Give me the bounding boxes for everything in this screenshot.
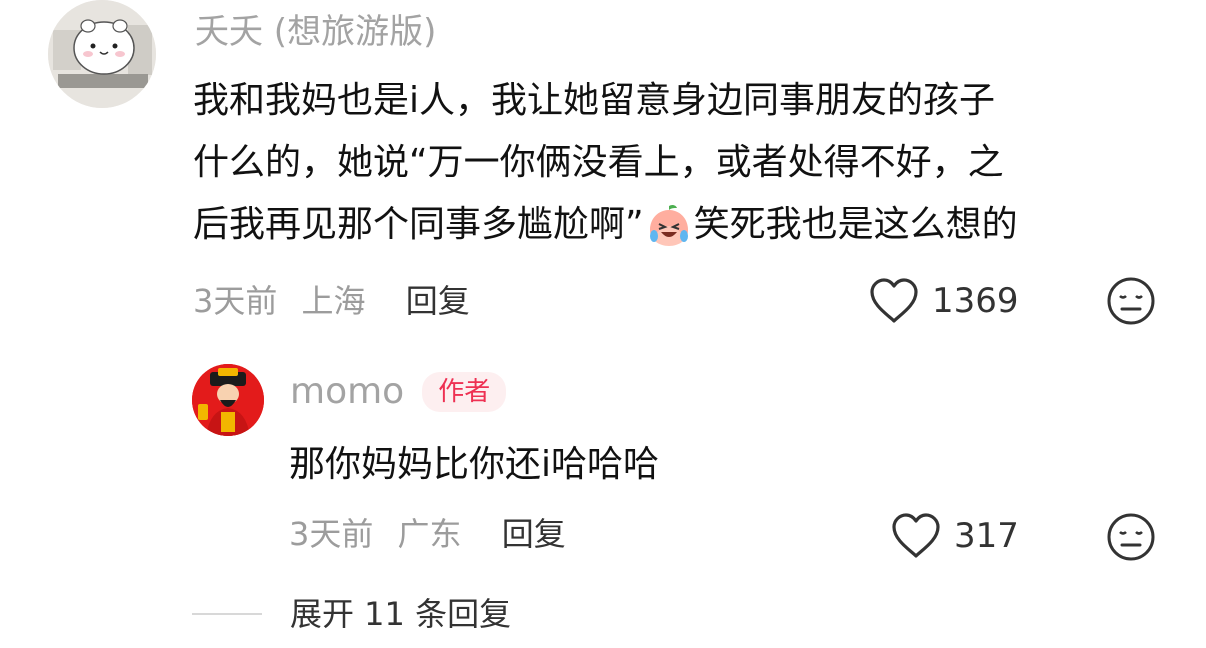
comment-text-line: 后我再见那个同事多尴尬啊” 笑死我也是这么想的 bbox=[193, 194, 1173, 256]
comment-text-segment: 笑死我也是这么想的 bbox=[693, 204, 1018, 245]
comment-like-button[interactable]: 1369 bbox=[868, 277, 1019, 325]
comment-meta: 3天前 上海 回复 bbox=[193, 282, 470, 320]
dislike-face-icon[interactable] bbox=[1105, 275, 1157, 327]
reply-text: 那你妈妈比你还i哈哈哈 bbox=[289, 444, 660, 485]
god-of-wealth-avatar-icon bbox=[192, 364, 264, 436]
reply-header: momo 作者 bbox=[290, 372, 507, 412]
author-badge: 作者 bbox=[422, 372, 507, 412]
comment-text-segment: 后我再见那个同事多尴尬啊” bbox=[193, 204, 644, 245]
crying-laughing-emoji-icon bbox=[649, 204, 688, 246]
comment-text-line: 什么的，她说“万一你俩没看上，或者处得不好，之 bbox=[193, 142, 1004, 183]
hamster-avatar-icon bbox=[48, 0, 156, 108]
comment-username[interactable]: 夭夭 (想旅游版) bbox=[195, 12, 436, 52]
reply-time: 3天前 bbox=[289, 515, 374, 553]
expand-replies-button[interactable]: 展开 11 条回复 bbox=[290, 595, 511, 633]
comment-text-line: 我和我妈也是i人，我让她留意身边同事朋友的孩子 bbox=[193, 80, 996, 121]
comment-text: 我和我妈也是i人，我让她留意身边同事朋友的孩子 什么的，她说“万一你俩没看上，或… bbox=[193, 70, 1173, 256]
heart-icon bbox=[892, 513, 940, 558]
expand-divider bbox=[192, 613, 262, 615]
comment-time: 3天前 bbox=[193, 282, 278, 320]
comment-like-count: 1369 bbox=[932, 281, 1019, 321]
comment-location: 上海 bbox=[301, 282, 366, 320]
reply-reply-button[interactable]: 回复 bbox=[502, 515, 566, 553]
reply-like-count: 317 bbox=[954, 516, 1019, 556]
reply-username[interactable]: momo bbox=[290, 372, 404, 412]
reply-meta: 3天前 广东 回复 bbox=[289, 515, 566, 553]
comment-reply-button[interactable]: 回复 bbox=[406, 282, 470, 320]
reply-location: 广东 bbox=[397, 515, 462, 553]
reply-avatar[interactable] bbox=[192, 364, 264, 436]
dislike-face-icon[interactable] bbox=[1105, 511, 1157, 563]
comment-avatar[interactable] bbox=[48, 0, 156, 108]
heart-icon bbox=[870, 278, 918, 323]
reply-like-button[interactable]: 317 bbox=[890, 512, 1019, 560]
